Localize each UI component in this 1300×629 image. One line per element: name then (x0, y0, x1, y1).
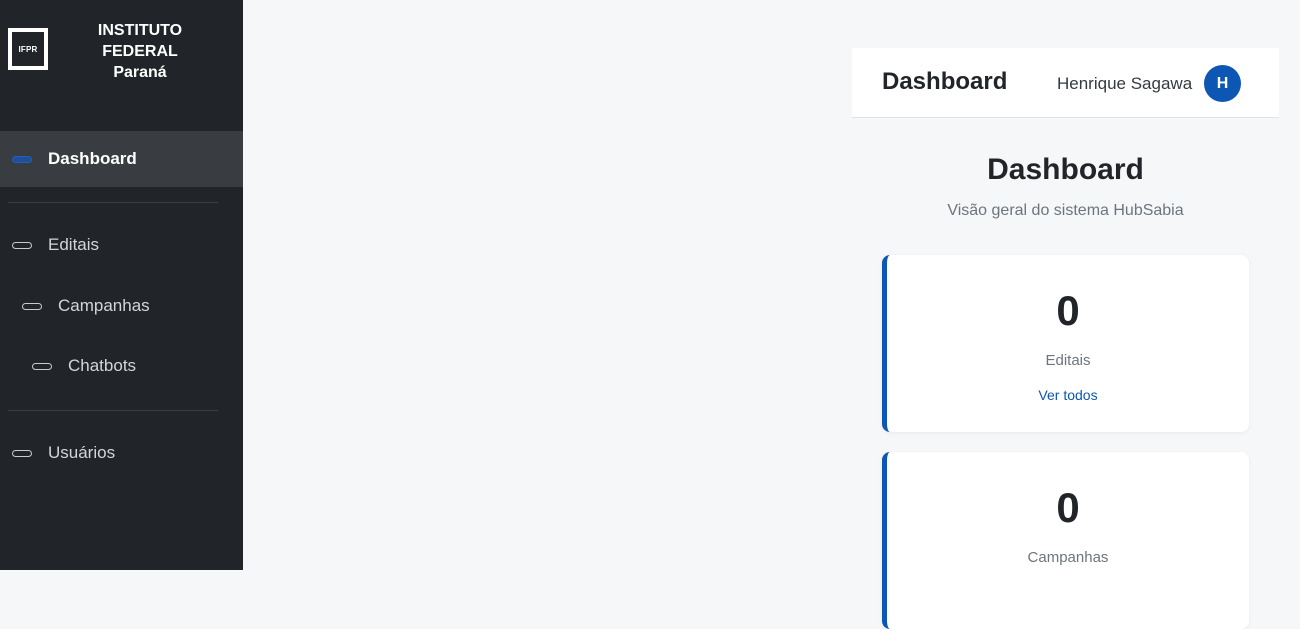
stat-card-editais: 0 Editais Ver todos (882, 255, 1249, 432)
user-name[interactable]: Henrique Sagawa (1057, 74, 1192, 94)
pill-icon (32, 362, 52, 370)
avatar-initial: H (1216, 74, 1229, 92)
pill-icon (12, 241, 32, 249)
sidebar-item-campanhas[interactable]: Campanhas (0, 278, 243, 334)
sidebar-divider (8, 410, 218, 411)
logo-text: IFPR (18, 44, 38, 54)
ifpr-logo: IFPR (8, 28, 48, 70)
sidebar-item-chatbots[interactable]: Chatbots (0, 338, 243, 394)
pill-icon (12, 449, 32, 457)
dashboard-heading: Dashboard (987, 153, 1144, 186)
institution-name-line3: Paraná (113, 64, 167, 81)
page-title: Dashboard (882, 68, 1008, 95)
pill-icon (12, 155, 32, 163)
sidebar-divider (8, 202, 218, 203)
institution-name-line2: FEDERAL (102, 43, 178, 60)
sidebar: IFPR INSTITUTO FEDERAL Paraná Dashboard … (0, 0, 243, 570)
stat-card-campanhas: 0 Campanhas (882, 452, 1249, 629)
institution-name: INSTITUTO FEDERAL Paraná (60, 20, 220, 83)
sidebar-item-label: Usuários (48, 443, 116, 462)
pill-icon (22, 302, 42, 310)
stat-value: 0 (1056, 484, 1080, 531)
top-bar: Dashboard Henrique Sagawa H (852, 48, 1279, 118)
sidebar-item-usuarios[interactable]: Usuários (0, 425, 243, 481)
avatar[interactable]: H (1204, 65, 1241, 102)
sidebar-item-dashboard[interactable]: Dashboard (0, 131, 243, 187)
sidebar-item-label: Editais (48, 235, 100, 254)
sidebar-item-label: Campanhas (58, 296, 150, 315)
stat-label: Editais (1045, 352, 1091, 369)
brand[interactable]: IFPR INSTITUTO FEDERAL Paraná (0, 0, 243, 100)
stat-value: 0 (1056, 287, 1080, 334)
sidebar-item-label: Dashboard (48, 149, 137, 168)
institution-name-line1: INSTITUTO (97, 22, 183, 39)
sidebar-item-editais[interactable]: Editais (0, 217, 243, 273)
sidebar-item-label: Chatbots (68, 356, 137, 375)
dashboard-subtitle: Visão geral do sistema HubSabia (947, 202, 1184, 219)
see-all-link[interactable]: Ver todos (887, 387, 1249, 403)
stat-label: Campanhas (1027, 549, 1109, 566)
